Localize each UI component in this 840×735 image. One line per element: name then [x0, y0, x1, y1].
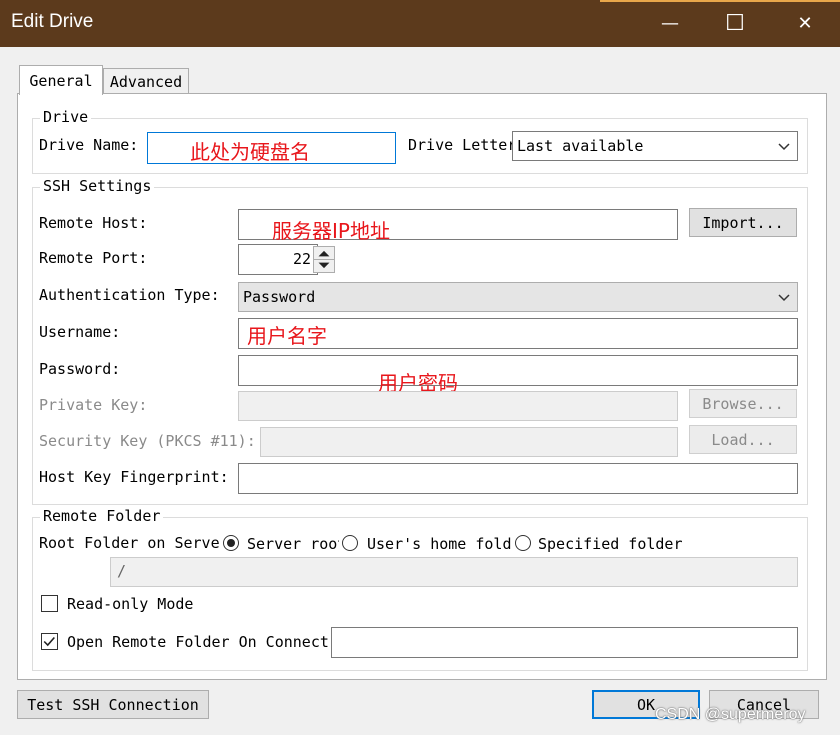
spinner-arrows-icon: [314, 250, 334, 269]
remote-host-annotation: 服务器IP地址: [272, 219, 390, 243]
tab-advanced[interactable]: Advanced: [103, 68, 189, 95]
radio-home-folder[interactable]: [342, 535, 358, 551]
radio-server-root-label: Server root: [247, 535, 339, 553]
security-key-input: [260, 427, 678, 457]
title-bar: Edit Drive — ☐ ✕: [0, 0, 840, 47]
auth-type-value: Password: [243, 288, 316, 306]
drive-name-annotation: 此处为硬盘名: [190, 140, 310, 164]
remote-folder-legend: Remote Folder: [40, 507, 164, 525]
load-button: Load...: [689, 425, 797, 454]
close-icon: ✕: [797, 13, 813, 34]
chevron-down-icon: [778, 143, 790, 151]
import-button[interactable]: Import...: [689, 208, 797, 237]
remote-port-input[interactable]: 22: [238, 244, 318, 275]
password-input[interactable]: [238, 355, 798, 386]
minimize-button[interactable]: —: [640, 0, 700, 47]
close-button[interactable]: ✕: [775, 0, 835, 47]
specified-folder-path: /: [110, 557, 798, 587]
radio-home-folder-label: User's home folder: [367, 535, 512, 553]
watermark: CSDN @supermeroy: [655, 706, 806, 723]
security-key-label: Security Key (PKCS #11):: [39, 432, 256, 450]
tab-advanced-label: Advanced: [109, 73, 183, 91]
private-key-input: [238, 391, 678, 421]
private-key-label: Private Key:: [39, 396, 148, 414]
fingerprint-label: Host Key Fingerprint:: [39, 468, 229, 486]
minimize-icon: —: [661, 13, 679, 34]
open-on-connect-checkbox[interactable]: [41, 633, 58, 650]
auth-type-select[interactable]: Password: [238, 282, 798, 312]
radio-specified-folder[interactable]: [515, 535, 531, 551]
remote-port-label: Remote Port:: [39, 249, 148, 267]
drive-name-label: Drive Name:: [39, 136, 139, 154]
drive-letter-value: Last available: [517, 137, 644, 155]
radio-server-root[interactable]: [223, 535, 239, 551]
readonly-label: Read-only Mode: [67, 595, 194, 613]
drive-legend: Drive: [40, 108, 92, 126]
ssh-settings-legend: SSH Settings: [40, 177, 155, 195]
open-on-connect-label: Open Remote Folder On Connect:: [67, 633, 338, 651]
radio-specified-folder-label: Specified folder: [538, 535, 683, 553]
drive-letter-label: Drive Letter: [408, 136, 512, 154]
port-spinner[interactable]: [313, 246, 335, 273]
auth-type-label: Authentication Type:: [39, 286, 220, 304]
remote-host-label: Remote Host:: [39, 214, 148, 232]
tab-general[interactable]: General: [19, 65, 103, 95]
browse-button: Browse...: [689, 389, 797, 418]
open-on-connect-input[interactable]: [331, 627, 798, 658]
checkmark-icon: [43, 637, 55, 647]
chevron-down-icon: [778, 294, 790, 302]
username-annotation: 用户名字: [247, 324, 327, 348]
fingerprint-input[interactable]: [238, 463, 798, 494]
tab-general-label: General: [29, 71, 93, 90]
window-title: Edit Drive: [11, 11, 94, 32]
maximize-button[interactable]: ☐: [705, 0, 765, 47]
test-ssh-connection-button[interactable]: Test SSH Connection: [17, 690, 209, 719]
readonly-checkbox[interactable]: [41, 595, 58, 612]
drive-letter-select[interactable]: Last available: [512, 131, 798, 161]
root-folder-label: Root Folder on Server: [39, 534, 220, 552]
password-label: Password:: [39, 360, 121, 378]
maximize-icon: ☐: [725, 11, 745, 36]
username-label: Username:: [39, 323, 121, 341]
